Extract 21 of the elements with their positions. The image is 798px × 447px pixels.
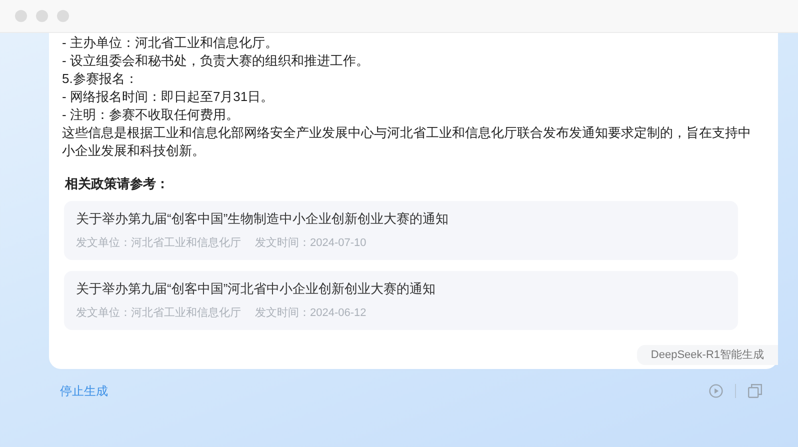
policy-title: 关于举办第九届“创客中国”河北省中小企业创新创业大赛的通知 [76, 280, 437, 297]
answer-text: - 网络报名时间：即日起至7月31日。 [62, 88, 275, 106]
answer-text: - 主办单位：河北省工业和信息化厅。 [62, 34, 279, 52]
related-policies-heading: 相关政策请参考： [65, 176, 170, 192]
window-control-icon[interactable] [15, 10, 27, 22]
copy-icon[interactable] [748, 384, 762, 398]
play-icon[interactable] [709, 384, 723, 398]
answer-text: 这些信息是根据工业和信息化部网络安全产业发展中心与河北省工业和信息化厅联合发布发通知要求定制的，旨在支持中小企业发展和科技创新。 [62, 124, 752, 160]
window-control-icon[interactable] [36, 10, 48, 22]
policy-date: 发文时间：2024-07-10 [255, 236, 366, 250]
policy-publisher: 发文单位：河北省工业和信息化厅 [76, 236, 241, 250]
policy-card[interactable]: 关于举办第九届“创客中国”生物制造中小企业创新创业大赛的通知 发文单位：河北省工业和信息化厅 发文时间：2024-07-10 [64, 201, 738, 260]
window-control-icon[interactable] [57, 10, 69, 22]
policy-card[interactable]: 关于举办第九届“创客中国”河北省中小企业创新创业大赛的通知 发文单位：河北省工业和信息化厅 发文时间：2024-06-12 [64, 271, 738, 330]
ai-generated-label: DeepSeek-R1智能生成 [636, 345, 778, 365]
policy-title: 关于举办第九届“创客中国”生物制造中小企业创新创业大赛的通知 [76, 210, 450, 227]
answer-text: - 注明：参赛不收取任何费用。 [62, 106, 240, 124]
policy-date: 发文时间：2024-06-12 [255, 306, 366, 320]
policy-publisher: 发文单位：河北省工业和信息化厅 [76, 306, 241, 320]
answer-text: 5.参赛报名： [62, 70, 139, 88]
answer-text: - 设立组委会和秘书处，负责大赛的组织和推进工作。 [62, 52, 370, 70]
